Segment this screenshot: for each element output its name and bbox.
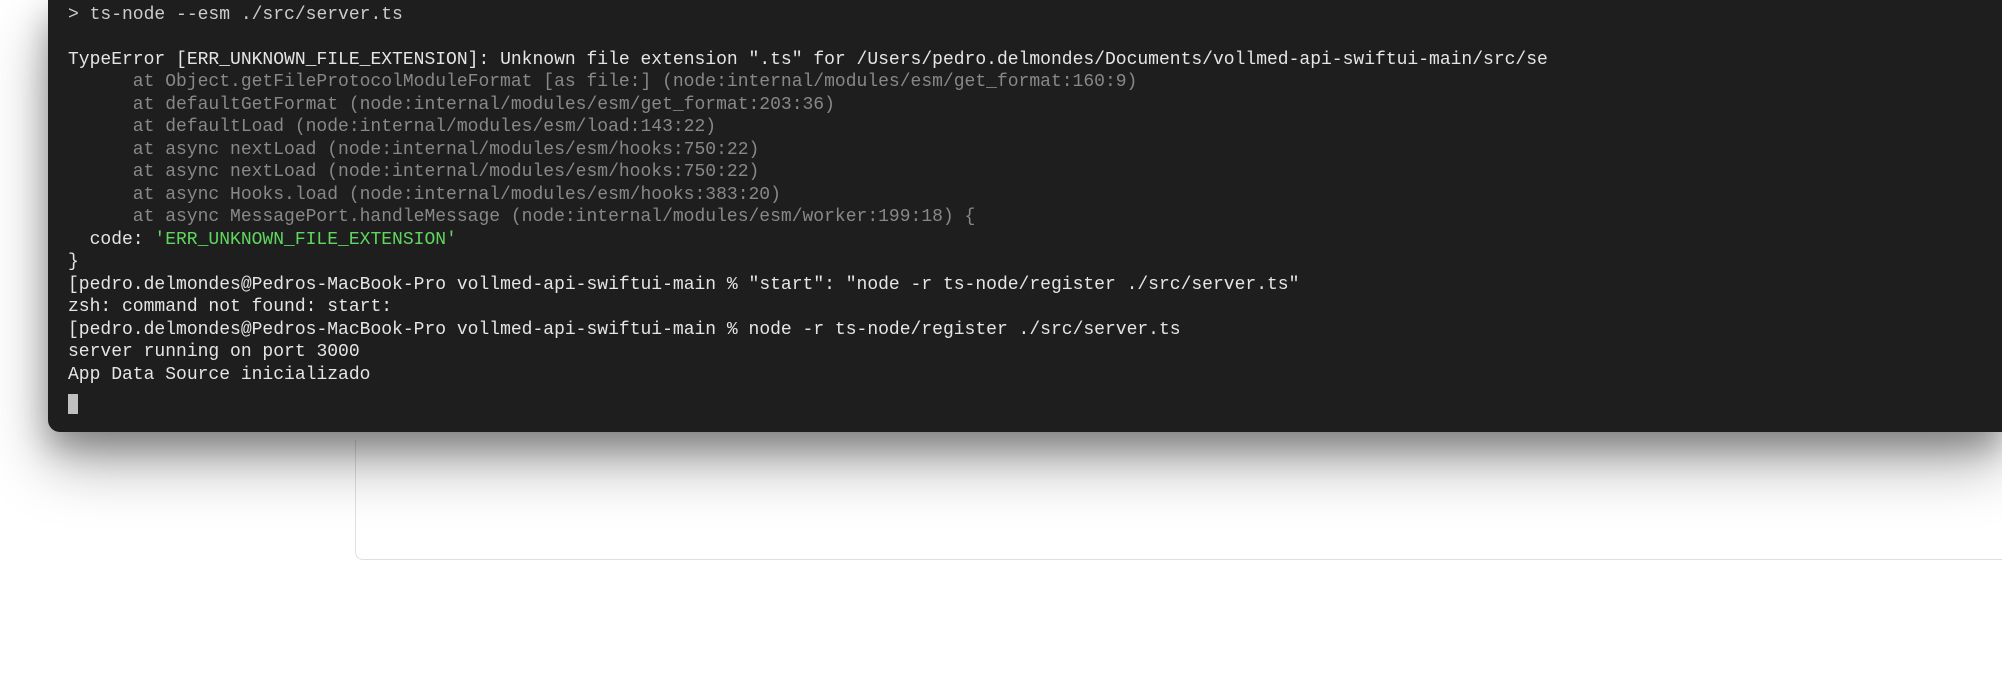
terminal-window[interactable]: > ts-node --esm ./src/server.ts TypeErro… <box>48 0 2002 432</box>
stack-trace-line: at Object.getFileProtocolModuleFormat [a… <box>68 71 2002 94</box>
stack-trace-line: at async Hooks.load (node:internal/modul… <box>68 184 2002 207</box>
stack-trace-line: at defaultLoad (node:internal/modules/es… <box>68 116 2002 139</box>
server-output-2: App Data Source inicializado <box>68 364 2002 387</box>
server-output-1: server running on port 3000 <box>68 341 2002 364</box>
stack-trace-line: at async nextLoad (node:internal/modules… <box>68 161 2002 184</box>
stack-trace-line: at async MessagePort.handleMessage (node… <box>68 206 2002 229</box>
code-label: code: <box>90 230 155 250</box>
shell-prompt-1: [pedro.delmondes@Pedros-MacBook-Pro voll… <box>68 274 2002 297</box>
zsh-error: zsh: command not found: start: <box>68 296 2002 319</box>
background-panel <box>355 440 2002 560</box>
close-brace: } <box>68 251 2002 274</box>
error-title: TypeError [ERR_UNKNOWN_FILE_EXTENSION]: … <box>68 49 2002 72</box>
stack-trace-line: at defaultGetFormat (node:internal/modul… <box>68 94 2002 117</box>
error-code-line: code: 'ERR_UNKNOWN_FILE_EXTENSION' <box>68 229 2002 252</box>
blank-line <box>68 27 2002 49</box>
shell-prompt-2: [pedro.delmondes@Pedros-MacBook-Pro voll… <box>68 319 2002 342</box>
terminal-cursor <box>68 394 78 414</box>
command-line: > ts-node --esm ./src/server.ts <box>68 4 2002 27</box>
stack-trace-line: at async nextLoad (node:internal/modules… <box>68 139 2002 162</box>
error-code-value: 'ERR_UNKNOWN_FILE_EXTENSION' <box>154 230 456 250</box>
